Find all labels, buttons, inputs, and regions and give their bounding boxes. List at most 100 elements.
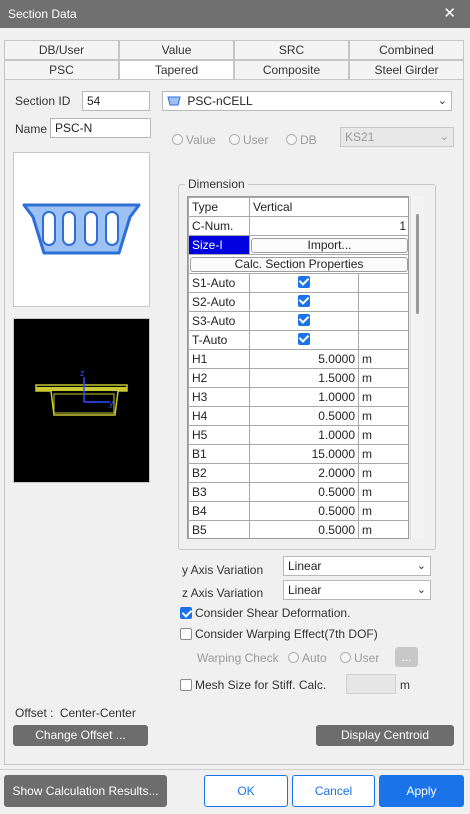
- checkbox-empty-icon: [180, 628, 192, 640]
- grid-cell-label: S3-Auto: [188, 311, 250, 331]
- table-row: B5 0.5000 m: [188, 520, 408, 538]
- type-value-cell[interactable]: Vertical: [248, 197, 408, 217]
- dim-value[interactable]: 0.5000: [249, 406, 359, 426]
- axis-y-label: y: [109, 398, 114, 408]
- radio-user[interactable]: User: [229, 133, 268, 147]
- dim-value[interactable]: 1.5000: [249, 368, 359, 388]
- table-row: B3 0.5000 m: [188, 482, 408, 502]
- show-calculation-results-button[interactable]: Show Calculation Results...: [4, 775, 167, 807]
- y-variation-label: y Axis Variation: [182, 563, 264, 577]
- radio-icon: [172, 134, 183, 145]
- dim-name: H3: [188, 387, 250, 407]
- grid-scrollbar[interactable]: [410, 196, 424, 539]
- cnum-value-cell[interactable]: 1: [248, 216, 408, 236]
- tab-src[interactable]: SRC: [234, 40, 349, 60]
- tab-steel-girder[interactable]: Steel Girder: [349, 60, 464, 80]
- dim-unit: m: [357, 463, 408, 483]
- radio-value[interactable]: Value: [172, 133, 216, 147]
- s2-auto-checkbox[interactable]: [249, 292, 359, 312]
- dim-name: B4: [188, 501, 250, 521]
- warping-auto-label: Auto: [302, 651, 327, 665]
- tab-tapered[interactable]: Tapered: [119, 60, 234, 80]
- y-variation-value: Linear: [288, 559, 322, 573]
- tab-psc[interactable]: PSC: [4, 60, 119, 80]
- dim-unit: m: [357, 406, 408, 426]
- ok-button[interactable]: OK: [204, 775, 288, 807]
- checkbox-empty-icon: [180, 679, 192, 691]
- checkbox-checked-icon: [180, 607, 192, 619]
- tab-composite[interactable]: Composite: [234, 60, 349, 80]
- s3-auto-checkbox[interactable]: [249, 311, 359, 331]
- section-drawing-svg: z y: [35, 368, 128, 416]
- table-row: T-Auto: [188, 330, 408, 350]
- dim-value[interactable]: 0.5000: [249, 520, 359, 538]
- dim-value[interactable]: 5.0000: [249, 349, 359, 369]
- dim-value[interactable]: 0.5000: [249, 501, 359, 521]
- warping-ellipsis-button[interactable]: ...: [395, 647, 418, 667]
- close-icon[interactable]: ✕: [443, 4, 456, 22]
- table-row: H5 1.0000 m: [188, 425, 408, 445]
- dim-value[interactable]: 0.5000: [249, 482, 359, 502]
- dim-value[interactable]: 15.0000: [249, 444, 359, 464]
- tab-row-1: DB/User Value SRC Combined: [4, 40, 464, 60]
- section-shape-preview: [13, 152, 150, 307]
- t-auto-checkbox[interactable]: [249, 330, 359, 350]
- table-row: H1 5.0000 m: [188, 349, 408, 369]
- table-row: Size-I Import...: [188, 235, 408, 255]
- change-offset-button[interactable]: Change Offset ...: [13, 725, 148, 746]
- radio-db-label: DB: [300, 133, 317, 147]
- section-type-select[interactable]: PSC-nCELL ⌄: [162, 91, 452, 111]
- db-select[interactable]: KS21 ⌄: [340, 127, 454, 147]
- size-i-cell[interactable]: Size-I: [188, 235, 250, 255]
- scrollbar-thumb[interactable]: [416, 214, 419, 314]
- import-button[interactable]: Import...: [251, 237, 408, 253]
- table-row: S3-Auto: [188, 311, 408, 331]
- consider-warping-label: Consider Warping Effect(7th DOF): [195, 627, 378, 641]
- window-title: Section Data: [8, 7, 77, 21]
- warping-user-radio[interactable]: User: [340, 651, 379, 665]
- radio-user-label: User: [243, 133, 269, 147]
- dim-value[interactable]: 1.0000: [249, 425, 359, 445]
- tab-combined[interactable]: Combined: [349, 40, 464, 60]
- name-field[interactable]: PSC-N: [50, 118, 151, 138]
- mesh-size-field[interactable]: [346, 674, 396, 694]
- grid-cell-label: Type: [188, 197, 250, 217]
- checkbox-checked-icon: [298, 333, 310, 345]
- tab-value[interactable]: Value: [119, 40, 234, 60]
- grid-cell-label: S2-Auto: [188, 292, 250, 312]
- table-row: H4 0.5000 m: [188, 406, 408, 426]
- calc-section-properties-button[interactable]: Calc. Section Properties: [190, 256, 408, 272]
- table-row: B4 0.5000 m: [188, 501, 408, 521]
- cancel-button[interactable]: Cancel: [292, 775, 375, 807]
- section-id-field[interactable]: 54: [82, 91, 150, 111]
- tab-db-user[interactable]: DB/User: [4, 40, 119, 60]
- warping-user-label: User: [354, 651, 380, 665]
- axis-z-label: z: [80, 368, 85, 378]
- dimension-group-label: Dimension: [185, 177, 248, 191]
- dim-value[interactable]: 1.0000: [249, 387, 359, 407]
- y-variation-select[interactable]: Linear ⌄: [283, 556, 431, 576]
- title-bar: Section Data ✕: [0, 0, 470, 28]
- section-shape-svg: [22, 203, 141, 255]
- dim-unit: m: [357, 444, 408, 464]
- mesh-size-checkbox[interactable]: Mesh Size for Stiff. Calc.: [180, 678, 326, 692]
- s1-auto-checkbox[interactable]: [249, 273, 359, 293]
- warping-auto-radio[interactable]: Auto: [288, 651, 327, 665]
- dim-unit: m: [357, 425, 408, 445]
- section-type-icon: [167, 96, 181, 106]
- display-centroid-button[interactable]: Display Centroid: [316, 725, 454, 746]
- dim-name: H2: [188, 368, 250, 388]
- z-variation-select[interactable]: Linear ⌄: [283, 580, 431, 600]
- dim-value[interactable]: 2.0000: [249, 463, 359, 483]
- checkbox-checked-icon: [298, 314, 310, 326]
- grid-cell-label: T-Auto: [188, 330, 250, 350]
- tab-row-2: PSC Tapered Composite Steel Girder: [4, 60, 464, 80]
- dim-name: H1: [188, 349, 250, 369]
- consider-shear-checkbox[interactable]: Consider Shear Deformation.: [180, 606, 350, 620]
- consider-warping-checkbox[interactable]: Consider Warping Effect(7th DOF): [180, 627, 378, 641]
- section-type-value: PSC-nCELL: [187, 94, 253, 108]
- apply-button[interactable]: Apply: [379, 775, 464, 807]
- dimension-grid[interactable]: Type Vertical C-Num. 1 Size-I Import... …: [187, 196, 409, 539]
- radio-db[interactable]: DB: [286, 133, 317, 147]
- dim-unit: m: [357, 387, 408, 407]
